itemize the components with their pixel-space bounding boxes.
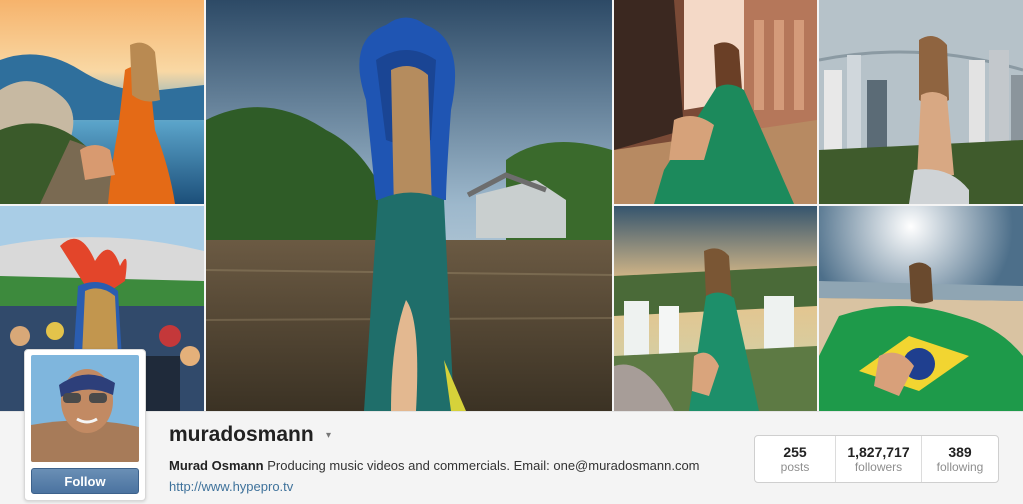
photo-hongkong-skyline[interactable] bbox=[819, 0, 1023, 204]
follow-button[interactable]: Follow bbox=[31, 468, 139, 494]
avatar[interactable] bbox=[31, 355, 139, 462]
photo-rio-orange-dress[interactable] bbox=[0, 0, 204, 204]
username: muradosmann bbox=[169, 423, 314, 446]
chevron-down-icon[interactable]: ▾ bbox=[326, 430, 331, 441]
stat-posts[interactable]: 255 posts bbox=[755, 436, 836, 482]
stat-followers[interactable]: 1,827,717 followers bbox=[836, 436, 922, 482]
stat-followers-label: followers bbox=[854, 460, 903, 474]
photo-amazon-river-headdress[interactable] bbox=[206, 0, 612, 411]
profile-stats: 255 posts 1,827,717 followers 389 follow… bbox=[754, 435, 999, 483]
website-link[interactable]: http://www.hypepro.tv bbox=[169, 479, 293, 494]
stat-posts-value: 255 bbox=[783, 444, 807, 460]
avatar-card: Follow bbox=[24, 349, 146, 501]
photo-beach-brazil-flag[interactable] bbox=[819, 206, 1023, 411]
bio: Murad Osmann Producing music videos and … bbox=[169, 458, 700, 473]
stat-following[interactable]: 389 following bbox=[922, 436, 998, 482]
photo-waterfall-green-dress[interactable] bbox=[614, 206, 817, 411]
stat-followers-value: 1,827,717 bbox=[847, 444, 910, 460]
stat-posts-label: posts bbox=[780, 460, 810, 474]
photo-petra-green-dress[interactable] bbox=[614, 0, 817, 204]
stat-following-label: following bbox=[936, 460, 984, 474]
stat-following-value: 389 bbox=[948, 444, 972, 460]
photo-grid bbox=[0, 0, 1023, 411]
bio-text: Producing music videos and commercials. … bbox=[267, 458, 700, 473]
full-name: Murad Osmann bbox=[169, 458, 264, 473]
